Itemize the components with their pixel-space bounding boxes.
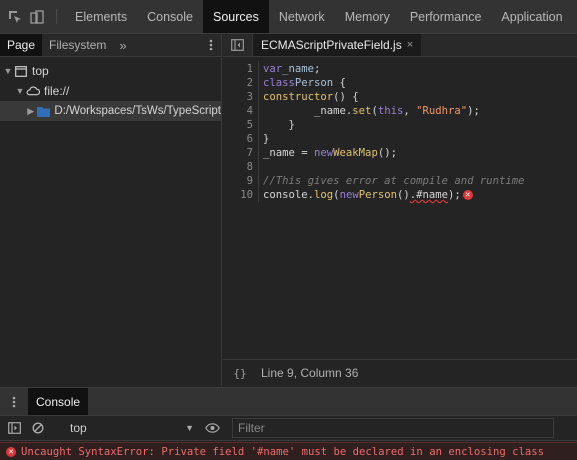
line-number: 6 bbox=[223, 132, 259, 146]
file-tab-label: ECMAScriptPrivateField.js bbox=[261, 38, 402, 52]
tab-application[interactable]: Application bbox=[491, 0, 572, 33]
chevron-down-icon: ▼ bbox=[185, 423, 194, 433]
code-line: 9 //This gives error at compile and runti… bbox=[223, 174, 577, 188]
cloud-icon bbox=[26, 84, 40, 98]
file-tree: ▼ top ▼ file:// ▶ D:/Workspaces/TsWs/Typ… bbox=[0, 57, 221, 121]
context-label: top bbox=[70, 421, 87, 435]
tab-elements[interactable]: Elements bbox=[65, 0, 137, 33]
tab-sources[interactable]: Sources bbox=[202, 0, 269, 33]
console-toolbar: top ▼ bbox=[0, 415, 577, 441]
file-tab[interactable]: ECMAScriptPrivateField.js × bbox=[253, 34, 422, 56]
code-line: 6} bbox=[223, 132, 577, 146]
line-number: 10 bbox=[223, 188, 259, 202]
filter-input[interactable] bbox=[238, 421, 553, 435]
expanded-caret-icon[interactable]: ▼ bbox=[14, 86, 26, 96]
line-number: 3 bbox=[223, 90, 259, 104]
tab-page[interactable]: Page bbox=[0, 34, 43, 56]
line-content: _name = new WeakMap (); bbox=[263, 147, 397, 159]
expanded-caret-icon[interactable]: ▼ bbox=[2, 66, 14, 76]
code-area[interactable]: 1 var _name; 2 class Person { 3 constructo… bbox=[223, 62, 577, 202]
tree-item-file[interactable]: ▼ file:// bbox=[0, 81, 221, 101]
line-content: var _name; bbox=[263, 63, 321, 75]
line-content: } bbox=[263, 119, 295, 131]
line-content bbox=[259, 160, 263, 174]
toolbar-divider bbox=[56, 9, 57, 24]
error-marker-icon[interactable]: ✕ bbox=[462, 190, 473, 200]
tab-network[interactable]: Network bbox=[269, 0, 335, 33]
line-number: 5 bbox=[223, 118, 259, 132]
folder-icon bbox=[37, 104, 51, 118]
editor-tabs: ECMAScriptPrivateField.js × bbox=[223, 34, 577, 57]
tab-performance[interactable]: Performance bbox=[400, 0, 492, 33]
pretty-print-icon[interactable]: {} bbox=[223, 367, 257, 380]
drawer-menu-icon[interactable] bbox=[0, 388, 28, 415]
console-error-message: ✕ Uncaught SyntaxError: Private field '#… bbox=[0, 442, 577, 460]
device-toggle-icon[interactable] bbox=[26, 0, 48, 33]
collapsed-caret-icon[interactable]: ▶ bbox=[26, 106, 35, 117]
tree-item-folder[interactable]: ▶ D:/Workspaces/TsWs/TypeScript bbox=[0, 101, 221, 121]
clear-console-icon[interactable] bbox=[26, 416, 50, 440]
tree-item-top[interactable]: ▼ top bbox=[0, 61, 221, 81]
line-number: 8 bbox=[223, 160, 259, 174]
tree-item-label: D:/Workspaces/TsWs/TypeScript bbox=[54, 105, 221, 117]
line-content: constructor() { bbox=[263, 91, 359, 103]
navigator-panel: Page Filesystem » ▼ top ▼ file:// ▶ D:/W… bbox=[0, 34, 222, 386]
code-line: 7 _name = new WeakMap (); bbox=[223, 146, 577, 160]
tab-drawer-console[interactable]: Console bbox=[28, 388, 89, 415]
toggle-navigator-icon[interactable] bbox=[223, 34, 253, 56]
line-number: 2 bbox=[223, 76, 259, 90]
tree-item-label: file:// bbox=[44, 84, 70, 98]
editor-status-bar: {} Line 9, Column 36 bbox=[223, 359, 577, 386]
live-expression-eye-icon[interactable] bbox=[200, 416, 224, 440]
line-content: console. log(new Person() .#name); ✕ bbox=[259, 188, 473, 202]
error-icon: ✕ bbox=[6, 446, 16, 457]
code-line: 2 class Person { bbox=[223, 76, 577, 90]
tab-filesystem[interactable]: Filesystem bbox=[42, 34, 113, 56]
console-filter[interactable] bbox=[232, 418, 554, 438]
code-line: 1 var _name; bbox=[223, 62, 577, 76]
line-number: 9 bbox=[223, 174, 259, 188]
context-selector[interactable]: top ▼ bbox=[50, 421, 200, 435]
code-line: 5 } bbox=[223, 118, 577, 132]
line-content: } bbox=[263, 133, 270, 145]
frame-icon bbox=[14, 64, 28, 78]
line-number: 4 bbox=[223, 104, 259, 118]
close-icon[interactable]: × bbox=[407, 39, 413, 51]
kebab-menu-icon[interactable] bbox=[201, 34, 221, 56]
line-content: //This gives error at compile and runtim… bbox=[263, 175, 525, 187]
line-number: 7 bbox=[223, 146, 259, 160]
code-line: 10 console. log(new Person() .#name); ✕ bbox=[223, 188, 577, 202]
line-number: 1 bbox=[223, 62, 259, 76]
tab-console[interactable]: Console bbox=[137, 0, 203, 33]
error-text: Uncaught SyntaxError: Private field '#na… bbox=[21, 445, 544, 458]
code-line: 8 bbox=[223, 160, 577, 174]
line-content: _name. set(this, "Rudhra"); bbox=[263, 105, 480, 117]
code-editor: ECMAScriptPrivateField.js × 1 var _name; … bbox=[223, 34, 577, 386]
tree-item-label: top bbox=[32, 64, 49, 78]
devtools-toolbar: Elements Console Sources Network Memory … bbox=[0, 0, 577, 34]
more-tabs-icon[interactable]: » bbox=[113, 34, 132, 56]
drawer-header: Console bbox=[0, 387, 577, 415]
inspect-icon[interactable] bbox=[4, 0, 26, 33]
code-line: 4 _name. set(this, "Rudhra"); bbox=[223, 104, 577, 118]
line-content: class Person { bbox=[263, 77, 346, 89]
tab-memory[interactable]: Memory bbox=[335, 0, 400, 33]
code-line: 3 constructor() { bbox=[223, 90, 577, 104]
navigator-tabs: Page Filesystem » bbox=[0, 34, 221, 57]
cursor-position: Line 9, Column 36 bbox=[261, 366, 359, 380]
show-sidebar-icon[interactable] bbox=[2, 416, 26, 440]
